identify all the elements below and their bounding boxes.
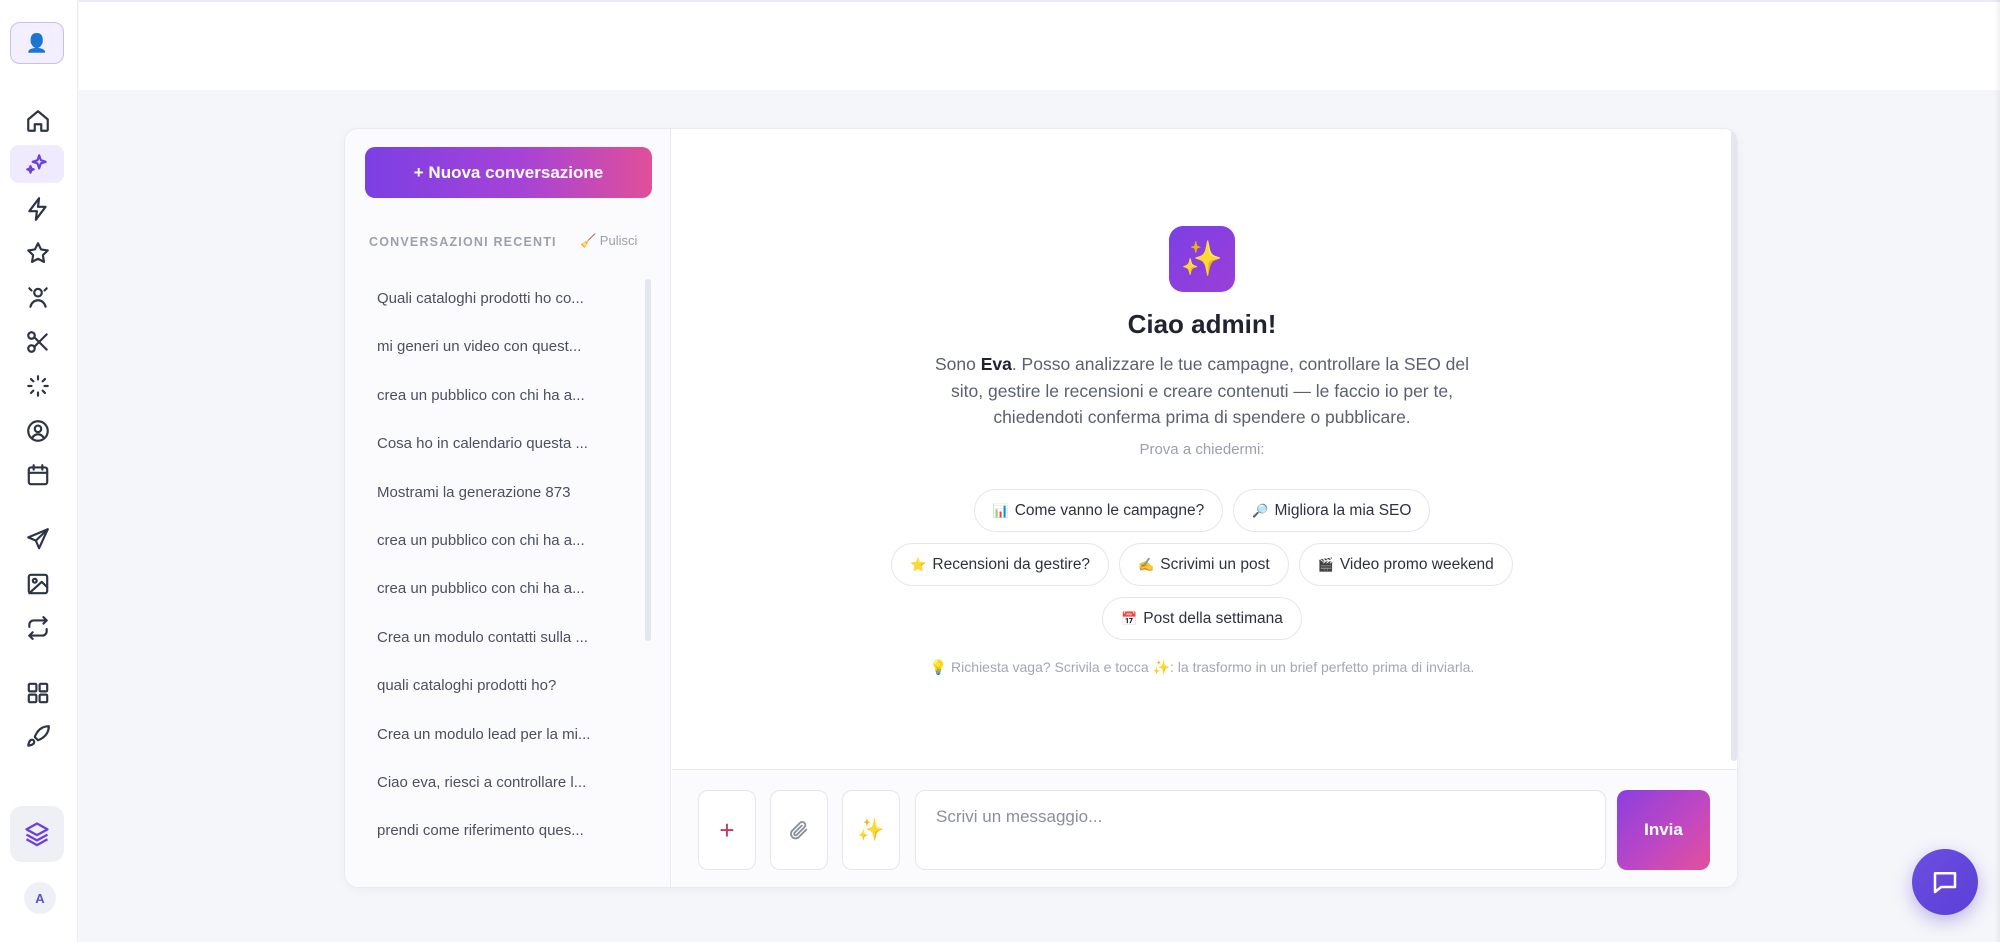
suggestion-chip-post[interactable]: ✍️ Scrivimi un post xyxy=(1119,543,1289,586)
conversation-item[interactable]: Crea un modulo lead per la mi... xyxy=(369,711,629,759)
writing-hand-icon: ✍️ xyxy=(1138,556,1155,572)
user-avatar[interactable]: A xyxy=(24,882,56,914)
nav-sync[interactable] xyxy=(18,609,58,647)
nav-editor[interactable] xyxy=(18,323,58,361)
rocket-icon xyxy=(27,725,50,747)
image-icon xyxy=(27,573,49,595)
enhance-prompt-button[interactable]: ✨ xyxy=(842,790,900,870)
attach-button[interactable] xyxy=(770,790,828,870)
conversation-item[interactable]: Mostrami la generazione 873 xyxy=(369,469,629,517)
audience-icon xyxy=(28,287,48,308)
clear-history-button[interactable]: 🧹 Pulisci xyxy=(580,233,637,249)
conversation-item[interactable]: crea un pubblico con chi ha a... xyxy=(369,372,629,420)
conversation-item[interactable]: quali cataloghi prodotti ho? xyxy=(369,662,629,710)
new-conversation-button[interactable]: + Nuova conversazione xyxy=(365,147,652,198)
nav-media[interactable] xyxy=(18,565,58,603)
left-rail: 👤 A xyxy=(0,0,78,942)
clapperboard-icon: 🎬 xyxy=(1317,556,1334,572)
conversation-item[interactable]: crea un pubblico con chi ha a... xyxy=(369,517,629,565)
support-chat-button[interactable] xyxy=(1912,849,1978,915)
chat-area: ✨ Ciao admin! Sono Eva. Posso analizzare… xyxy=(672,129,1737,769)
send-icon xyxy=(27,528,49,550)
conversation-item[interactable]: mi generi un video con quest... xyxy=(369,323,629,371)
profile-button[interactable]: 👤 xyxy=(10,22,64,64)
nav-reviews[interactable] xyxy=(18,234,58,272)
conversation-item[interactable]: prendi come riferimento ques... xyxy=(369,807,629,855)
home-icon xyxy=(27,110,49,132)
magnifier-icon: 🔎 xyxy=(1252,502,1269,518)
paperclip-icon xyxy=(790,821,808,840)
nav-home[interactable] xyxy=(18,102,58,140)
bolt-icon xyxy=(28,197,47,221)
user-circle-icon xyxy=(27,420,49,442)
suggestion-chip-weekly-posts[interactable]: 📅 Post della settimana xyxy=(1102,597,1302,640)
star-icon xyxy=(27,242,49,263)
enhance-hint: 💡 Richiesta vaga? Scrivila e tocca ✨: la… xyxy=(929,659,1475,675)
message-input[interactable] xyxy=(915,790,1606,870)
conversation-item[interactable]: crea un pubblico con chi ha a... xyxy=(369,565,629,613)
chat-bubble-icon xyxy=(1933,872,1957,894)
conversation-item[interactable]: Crea un modulo contatti sulla ... xyxy=(369,614,629,662)
assistant-sparkles-icon: ✨ xyxy=(1169,226,1235,292)
suggestion-chip-seo[interactable]: 🔎 Migliora la mia SEO xyxy=(1233,489,1431,532)
suggestion-chip-campaigns[interactable]: 📊 Come vanno le campagne? xyxy=(973,489,1224,532)
nav-dashboard[interactable] xyxy=(18,674,58,712)
message-composer: + ✨ Invia xyxy=(672,769,1737,887)
assistant-card: + Nuova conversazione CONVERSAZIONI RECE… xyxy=(344,128,1738,888)
nav-audiences[interactable] xyxy=(18,278,58,316)
nav-assistant[interactable] xyxy=(10,145,64,183)
repeat-icon xyxy=(28,616,48,640)
layers-icon xyxy=(25,822,49,847)
star-icon: ⭐ xyxy=(910,556,927,572)
suggestion-chips: 📊 Come vanno le campagne? 🔎 Migliora la mi… xyxy=(672,489,1732,651)
window-edge xyxy=(1994,0,2000,942)
calendar-icon xyxy=(27,464,49,486)
nav-launch[interactable] xyxy=(18,718,58,756)
chart-icon: 📊 xyxy=(992,502,1009,518)
scissors-icon xyxy=(27,331,48,353)
assistant-name: Eva xyxy=(980,354,1012,374)
nav-automations[interactable] xyxy=(18,190,58,228)
conversation-item[interactable]: Ciao eva, riesci a controllare l... xyxy=(369,759,629,807)
nav-profile[interactable] xyxy=(18,412,58,450)
add-button[interactable]: + xyxy=(698,790,756,870)
suggestion-chip-video[interactable]: 🎬 Video promo weekend xyxy=(1298,543,1513,586)
send-button[interactable]: Invia xyxy=(1617,790,1710,870)
workspace-switcher[interactable] xyxy=(10,806,64,862)
suggestion-chip-reviews[interactable]: ⭐ Recensioni da gestire? xyxy=(891,543,1110,586)
conversation-list: Quali cataloghi prodotti ho co... mi gen… xyxy=(369,275,629,856)
recent-conversations-title: CONVERSAZIONI RECENTI xyxy=(369,235,557,249)
top-header xyxy=(79,0,2000,90)
suggestions-label: Prova a chiedermi: xyxy=(1139,441,1265,458)
conversation-sidebar: + Nuova conversazione CONVERSAZIONI RECE… xyxy=(345,129,671,887)
welcome-description: Sono Eva. Posso analizzare le tue campag… xyxy=(934,354,1470,427)
conversation-item[interactable]: Cosa ho in calendario questa ... xyxy=(369,420,629,468)
loader-icon xyxy=(27,375,49,397)
nav-generations[interactable] xyxy=(18,367,58,405)
calendar-icon: 📅 xyxy=(1121,610,1138,626)
conversation-item[interactable]: Quali cataloghi prodotti ho co... xyxy=(369,275,629,323)
nav-calendar[interactable] xyxy=(18,456,58,494)
grid-icon xyxy=(27,682,49,704)
sparkles-icon xyxy=(26,154,47,174)
user-icon: 👤 xyxy=(25,32,49,53)
welcome-title: Ciao admin! xyxy=(1127,309,1277,339)
sidebar-scrollbar[interactable] xyxy=(645,279,651,641)
nav-publish[interactable] xyxy=(18,520,58,558)
